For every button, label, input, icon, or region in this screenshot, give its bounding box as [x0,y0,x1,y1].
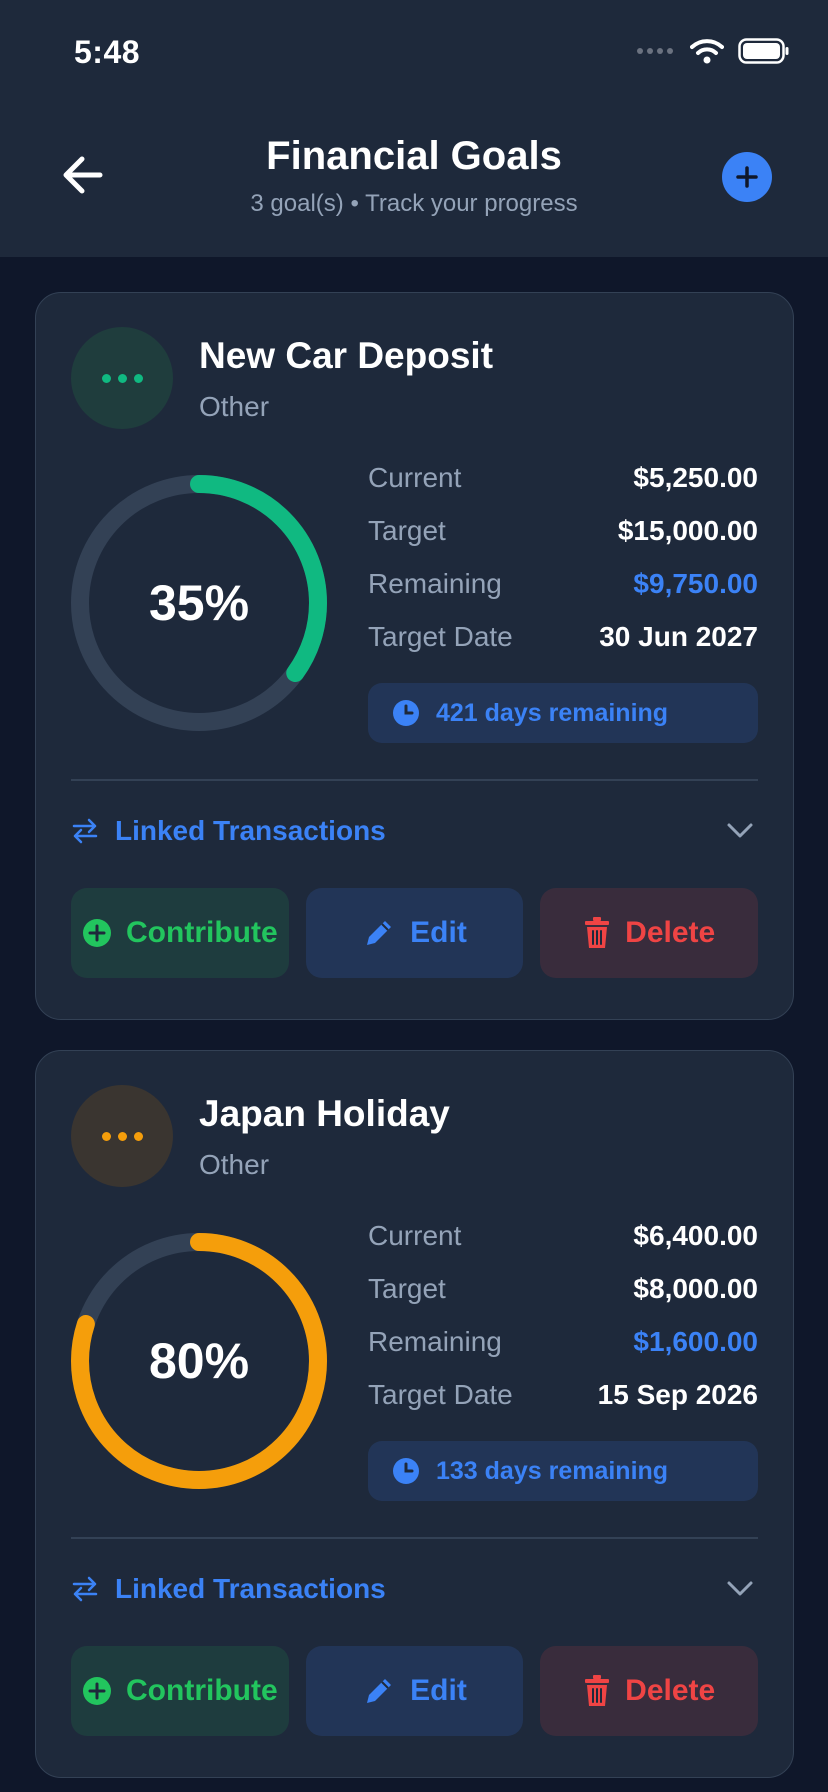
trash-icon [585,1675,610,1706]
stat-label: Remaining [368,567,502,599]
plus-circle-icon [83,1677,112,1705]
more-dots-icon [101,1131,111,1141]
stat-label: Target [368,1272,446,1304]
battery-icon [738,38,789,64]
trash-icon [585,917,610,948]
stat-current: Current $5,250.00 [368,451,758,504]
signal-icon [637,48,673,54]
page-subtitle: 3 goal(s) • Track your progress [250,190,578,217]
goal-title: Japan Holiday [199,1093,450,1134]
more-dots-icon-dot [117,1131,127,1141]
more-dots-icon [101,373,111,383]
stat-value: 15 Sep 2026 [597,1378,758,1410]
stat-label: Target Date [368,1378,513,1410]
goal-icon [71,1085,173,1187]
linked-transactions-toggle[interactable]: Linked Transactions [71,801,758,861]
card-divider [71,1537,758,1539]
goal-title: New Car Deposit [199,335,494,376]
stat-value: $6,400.00 [633,1219,758,1251]
contribute-button[interactable]: Contribute [71,1646,289,1736]
goal-icon [71,327,173,429]
stat-value: $15,000.00 [617,514,758,546]
swap-arrows-icon [72,1576,98,1602]
more-dots-icon-dot [133,1131,143,1141]
goal-stats: Current $5,250.00 Target $15,000.00 Rema… [368,451,758,663]
more-dots-icon-dot [133,373,143,383]
stat-label: Current [368,1219,462,1251]
stat-label: Current [368,461,462,493]
contribute-button[interactable]: Contribute [71,888,289,978]
page-title: Financial Goals [266,134,562,178]
swap-arrows-icon [72,818,98,844]
delete-button[interactable]: Delete [540,888,759,978]
stat-target: Target $8,000.00 [368,1262,758,1315]
edit-label: Edit [410,916,467,949]
stat-remaining: Remaining $1,600.00 [368,1315,758,1368]
stat-target-date: Target Date 15 Sep 2026 [368,1368,758,1421]
status-time: 5:48 [74,34,141,70]
goal-category: Other [199,391,270,422]
edit-button[interactable]: Edit [305,888,524,978]
clock-icon [393,700,419,726]
stat-target: Target $15,000.00 [368,504,758,557]
goal-actions: Contribute Edit Delete [71,888,759,978]
stat-target-date: Target Date 30 Jun 2027 [368,610,758,663]
stat-label: Target Date [368,620,513,652]
goal-card: Japan Holiday Other 80% Current $6,400.0… [35,1050,794,1778]
pencil-icon [367,1679,392,1703]
pencil-icon [367,921,392,945]
edit-label: Edit [410,1674,467,1707]
stat-label: Remaining [368,1325,502,1357]
add-goal-button[interactable] [722,152,772,202]
contribute-label: Contribute [126,916,278,949]
days-remaining-text: 421 days remaining [436,698,669,727]
wifi-icon [690,39,724,64]
stat-value: $1,600.00 [633,1325,758,1357]
days-remaining-badge: 421 days remaining [368,683,758,743]
delete-label: Delete [625,1674,716,1707]
goal-actions: Contribute Edit Delete [71,1646,759,1736]
stat-value: $9,750.00 [633,567,758,599]
card-divider [71,779,758,781]
more-dots-icon-dot [117,373,127,383]
linked-transactions-label: Linked Transactions [115,815,386,846]
edit-button[interactable]: Edit [305,1646,524,1736]
chevron-down-icon [727,823,753,838]
days-remaining-text: 133 days remaining [436,1456,669,1485]
stat-value: 30 Jun 2027 [599,620,758,652]
plus-circle-icon [83,919,112,947]
stat-label: Target [368,514,446,546]
stat-current: Current $6,400.00 [368,1209,758,1262]
plus-icon [736,166,758,188]
progress-percent: 35% [148,575,250,631]
linked-transactions-label: Linked Transactions [115,1573,386,1604]
goal-category: Other [199,1149,270,1180]
clock-icon [393,1458,419,1484]
progress-percent: 80% [148,1333,250,1389]
stat-value: $8,000.00 [633,1272,758,1304]
delete-label: Delete [625,916,716,949]
days-remaining-badge: 133 days remaining [368,1441,758,1501]
app-header: 5:48 Financial Goals 3 goal(s) • Track y… [0,0,828,257]
contribute-label: Contribute [126,1674,278,1707]
status-icons [636,38,790,64]
linked-transactions-toggle[interactable]: Linked Transactions [71,1559,758,1619]
stat-remaining: Remaining $9,750.00 [368,557,758,610]
chevron-down-icon [727,1581,753,1596]
goal-card: New Car Deposit Other 35% Current $5,250… [35,292,794,1020]
stat-value: $5,250.00 [633,461,758,493]
goal-stats: Current $6,400.00 Target $8,000.00 Remai… [368,1209,758,1421]
delete-button[interactable]: Delete [540,1646,759,1736]
